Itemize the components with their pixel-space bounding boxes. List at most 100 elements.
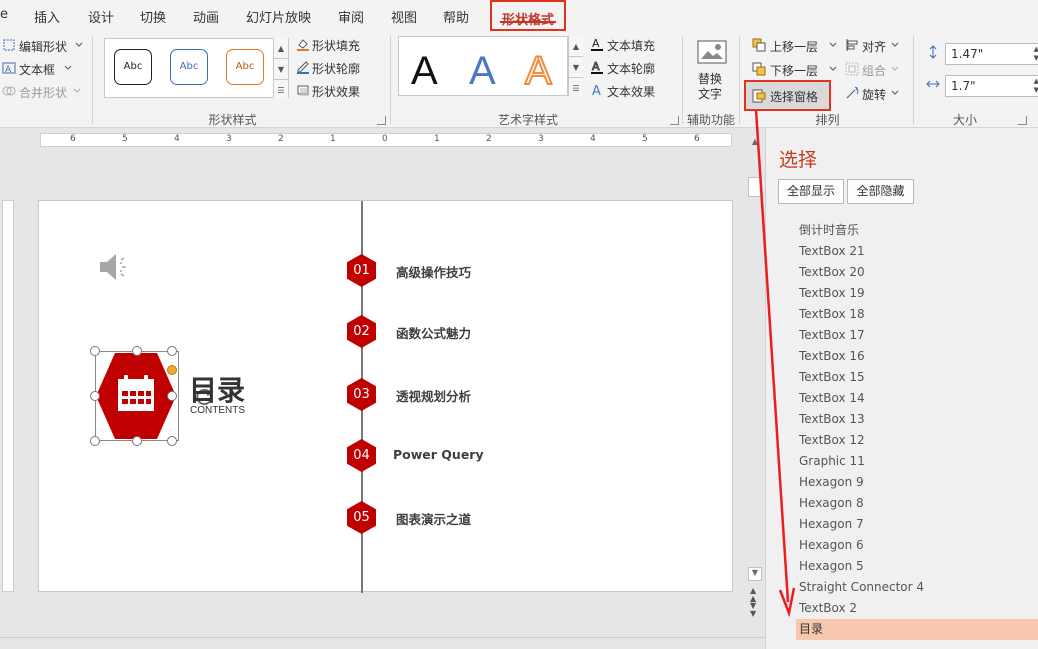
hexagon-number[interactable]: 05 [347, 501, 376, 534]
shape-style-preset[interactable]: Abc [226, 49, 264, 85]
tab-file[interactable]: e [0, 7, 8, 22]
send-backward-button[interactable]: 下移一层 [770, 62, 818, 79]
resize-handle[interactable] [90, 391, 100, 401]
ruler-label: 0 [382, 134, 388, 144]
pane-list-item[interactable]: Hexagon 9 [796, 472, 1038, 493]
resize-handle[interactable] [90, 346, 100, 356]
ruler-label: 1 [434, 134, 440, 144]
merge-shapes-button[interactable]: 合并形状 [19, 84, 67, 101]
pane-list-item[interactable]: Straight Connector 4 [796, 577, 1038, 598]
hexagon-number[interactable]: 02 [347, 315, 376, 348]
chevron-down-icon [891, 42, 899, 47]
horizontal-ruler: 6 5 4 3 2 1 0 1 2 3 4 5 6 [40, 133, 732, 147]
gallery-scroll[interactable]: ▲ ▼ ☰ [568, 36, 583, 96]
textbox-button[interactable]: 文本框 [19, 61, 55, 78]
tab-shape-format[interactable]: 形状格式 [490, 0, 566, 31]
shape-effects-button[interactable]: 形状效果 [312, 83, 360, 100]
resize-handle[interactable] [132, 436, 142, 446]
hexagon-number[interactable]: 03 [347, 378, 376, 411]
svg-text:A: A [592, 37, 600, 50]
pane-list-item[interactable]: TextBox 21 [796, 241, 1038, 262]
shape-outline-icon [297, 61, 309, 74]
agenda-item-text[interactable]: 透视规划分析 [396, 386, 471, 405]
resize-handle[interactable] [167, 346, 177, 356]
bring-forward-icon [752, 38, 766, 52]
pane-list-item[interactable]: TextBox 16 [796, 346, 1038, 367]
pane-list-item[interactable]: Hexagon 8 [796, 493, 1038, 514]
pane-list-item[interactable]: Hexagon 5 [796, 556, 1038, 577]
spin-arrows-icon[interactable]: ▲ ▼ [1034, 77, 1038, 95]
agenda-item-text[interactable]: Power Query [393, 447, 484, 462]
slide-title[interactable]: 目录 [189, 369, 245, 409]
spin-arrows-icon[interactable]: ▲ ▼ [1034, 45, 1038, 63]
resize-handle[interactable] [90, 436, 100, 446]
tab-transitions[interactable]: 切换 [140, 7, 166, 26]
dialog-launcher-icon[interactable] [377, 116, 386, 125]
tab-animations[interactable]: 动画 [193, 7, 219, 26]
dialog-launcher-icon[interactable] [1018, 116, 1027, 125]
pane-list-item[interactable]: TextBox 20 [796, 262, 1038, 283]
pane-list-item[interactable]: TextBox 19 [796, 283, 1038, 304]
agenda-item-text[interactable]: 图表演示之道 [396, 509, 471, 528]
gallery-scroll[interactable]: ▲ ▼ ☰ [273, 38, 288, 98]
shape-style-preset[interactable]: Abc [170, 49, 208, 85]
hexagon-number[interactable]: 04 [347, 439, 376, 472]
align-button[interactable]: 对齐 [862, 38, 886, 55]
tab-view[interactable]: 视图 [391, 7, 417, 26]
resize-handle[interactable] [132, 346, 142, 356]
notes-bar[interactable] [0, 637, 765, 649]
agenda-item-text[interactable]: 高级操作技巧 [396, 262, 471, 281]
pane-list-item[interactable]: 倒计时音乐 [796, 220, 1038, 241]
shape-style-preset[interactable]: Abc [114, 49, 152, 85]
text-effects-button[interactable]: 文本效果 [607, 83, 655, 100]
hide-all-button[interactable]: 全部隐藏 [847, 179, 914, 204]
tab-help[interactable]: 帮助 [443, 7, 469, 26]
slide-subtitle[interactable]: CONTENTS [190, 405, 245, 416]
group-separator [92, 36, 93, 124]
shape-height-input[interactable]: 1.47" ▲ ▼ [945, 43, 1038, 65]
pane-list-item[interactable]: TextBox 13 [796, 409, 1038, 430]
pane-list-item-selected[interactable]: 目录 [796, 619, 1038, 640]
tab-slideshow[interactable]: 幻灯片放映 [246, 7, 311, 26]
calendar-hexagon-graphic[interactable] [94, 351, 178, 441]
alt-text-button[interactable]: 替换 文字 [690, 38, 734, 104]
merge-shapes-icon [2, 86, 16, 96]
pane-list-item[interactable]: TextBox 2 [796, 598, 1038, 619]
resize-handle[interactable] [167, 391, 177, 401]
wordart-style-black[interactable]: A [411, 49, 438, 94]
pane-list-item[interactable]: TextBox 17 [796, 325, 1038, 346]
text-outline-button[interactable]: 文本轮廓 [607, 60, 655, 77]
dialog-launcher-icon[interactable] [670, 116, 679, 125]
hexagon-number[interactable]: 01 [347, 254, 376, 287]
wordart-style-blue[interactable]: A [469, 49, 496, 94]
pane-list-item[interactable]: Hexagon 6 [796, 535, 1038, 556]
pane-list-item[interactable]: TextBox 18 [796, 304, 1038, 325]
edit-shape-button[interactable]: 编辑形状 [19, 38, 67, 55]
shape-width-input[interactable]: 1.7" ▲ ▼ [945, 75, 1038, 97]
pane-list-item[interactable]: TextBox 15 [796, 367, 1038, 388]
resize-handle[interactable] [167, 436, 177, 446]
rotate-button[interactable]: 旋转 [862, 86, 886, 103]
shape-fill-button[interactable]: 形状填充 [312, 37, 360, 54]
selection-pane-button[interactable]: 选择窗格 [744, 80, 831, 111]
tab-design[interactable]: 设计 [88, 7, 114, 26]
group-button[interactable]: 组合 [862, 62, 886, 79]
alt-text-label-2: 文字 [698, 87, 723, 101]
pane-list-item[interactable]: TextBox 14 [796, 388, 1038, 409]
ruler-label: 4 [174, 134, 180, 144]
adjust-handle[interactable] [167, 365, 177, 375]
text-fill-button[interactable]: 文本填充 [607, 37, 655, 54]
shape-outline-button[interactable]: 形状轮廓 [312, 60, 360, 77]
speaker-icon[interactable] [97, 251, 133, 283]
slide-canvas[interactable]: 目录 CONTENTS 01 高级操作技巧 02 函数公式魅力 03 透视规划分… [38, 200, 733, 593]
pane-list-item[interactable]: TextBox 12 [796, 430, 1038, 451]
agenda-item-text[interactable]: 函数公式魅力 [396, 323, 471, 342]
bring-forward-button[interactable]: 上移一层 [770, 38, 818, 55]
wordart-style-orange[interactable]: A [524, 48, 553, 94]
textbox-icon: A [2, 62, 16, 75]
pane-list-item[interactable]: Graphic 11 [796, 451, 1038, 472]
chevron-down-icon [64, 65, 72, 70]
tab-review[interactable]: 审阅 [338, 7, 364, 26]
tab-insert[interactable]: 插入 [34, 7, 60, 26]
pane-list-item[interactable]: Hexagon 7 [796, 514, 1038, 535]
